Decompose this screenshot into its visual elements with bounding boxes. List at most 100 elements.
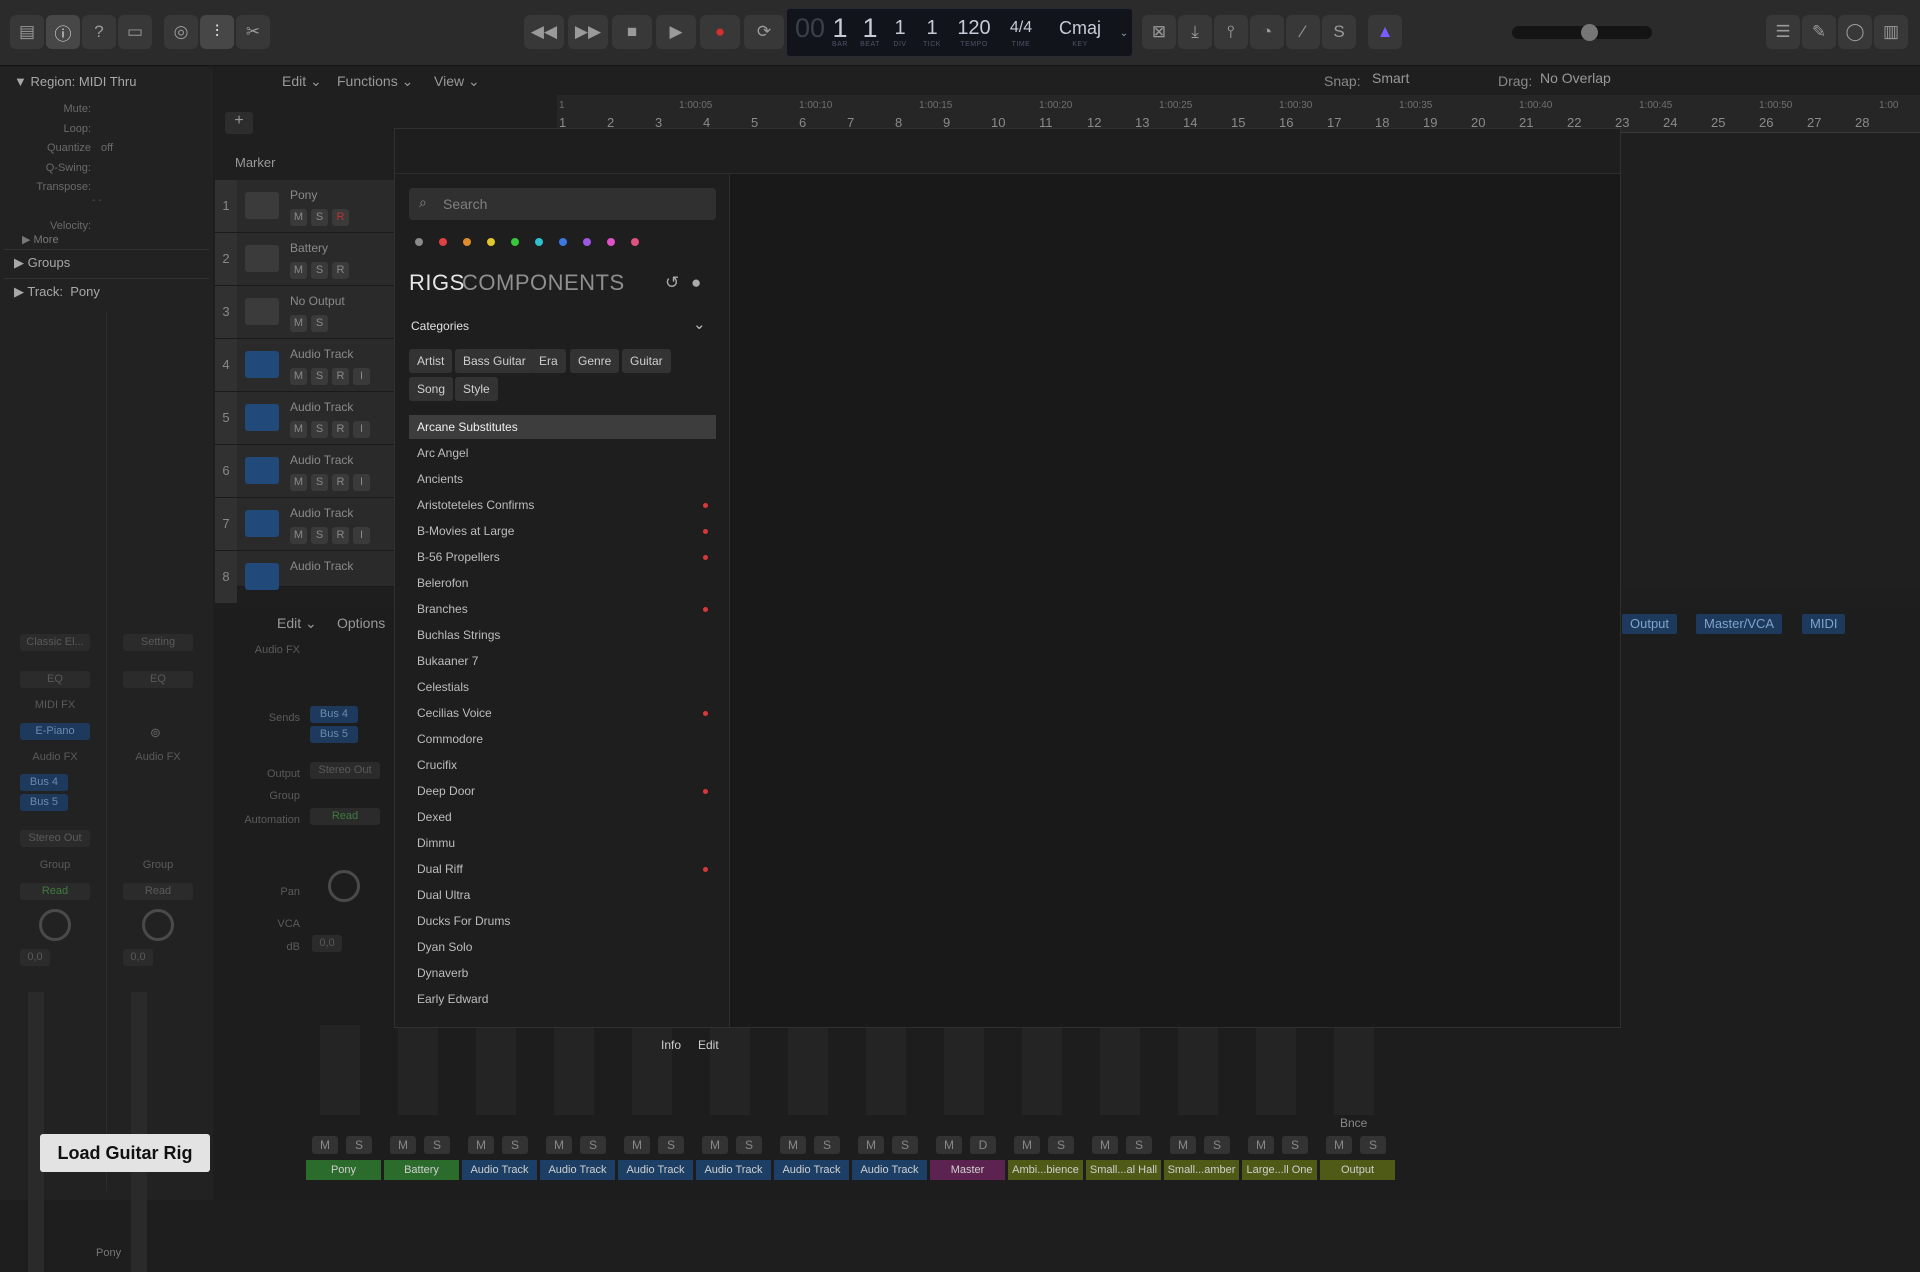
add-track-icon[interactable]: + — [225, 112, 253, 134]
mute-button[interactable]: M — [290, 421, 307, 438]
category-chip[interactable]: Artist — [409, 349, 453, 373]
category-chip[interactable]: Guitar — [622, 349, 671, 373]
track-header[interactable]: 7 Audio Track M S R I — [215, 498, 395, 551]
instrument-slot[interactable]: E-Piano — [20, 723, 90, 740]
volume-readout[interactable]: 0,0 — [123, 949, 153, 966]
track-name[interactable]: Battery — [290, 241, 328, 255]
inspector-icon[interactable]: ⓘ — [46, 15, 80, 49]
volume-readout[interactable]: 0,0 — [20, 949, 50, 966]
channel-name[interactable]: Battery — [384, 1160, 459, 1180]
stop-icon[interactable]: ■ — [612, 15, 652, 49]
record-enable-button[interactable]: R — [332, 368, 349, 385]
solo-button[interactable]: S — [1282, 1136, 1308, 1154]
solo-button[interactable]: S — [311, 262, 328, 279]
rig-list-item[interactable]: Deep Door — [409, 779, 716, 803]
rig-list-item[interactable]: Dexed — [409, 805, 716, 829]
track-section[interactable]: ▶ Track: Pony — [4, 278, 209, 304]
smart-controls-icon[interactable]: ◎ — [164, 15, 198, 49]
rig-list-item[interactable]: Ancients — [409, 467, 716, 491]
track-name[interactable]: Audio Track — [290, 506, 353, 520]
color-filter-dot[interactable] — [535, 238, 543, 246]
track-header[interactable]: 5 Audio Track M S R I — [215, 392, 395, 445]
solo-button[interactable]: S — [311, 209, 328, 226]
bounce-label[interactable]: Bnce — [1340, 1116, 1367, 1130]
param-value[interactable]: off — [101, 142, 113, 154]
mixer-edit-menu[interactable]: Edit ⌄ — [277, 615, 317, 632]
replace-icon[interactable]: ⊠ — [1142, 15, 1176, 49]
track-header[interactable]: 1 Pony M S R — [215, 180, 395, 233]
record-enable-button[interactable]: R — [332, 474, 349, 491]
solo-button[interactable]: S — [1360, 1136, 1386, 1154]
region-header[interactable]: ▼ Region: MIDI Thru — [14, 74, 136, 89]
output-slot[interactable]: Stereo Out — [20, 830, 90, 847]
tab-rigs[interactable]: RIGS — [409, 270, 465, 296]
mute-button[interactable]: M — [1248, 1136, 1274, 1154]
categories-label[interactable]: Categories — [411, 319, 469, 333]
group-slot[interactable]: Group — [20, 857, 90, 874]
channel-name[interactable]: Pony — [306, 1160, 381, 1180]
channel-name[interactable]: Output — [1320, 1160, 1395, 1180]
mixer-options-menu[interactable]: Options — [337, 615, 385, 631]
pan-knob[interactable] — [328, 870, 360, 902]
mixer-view-output[interactable]: Output — [1622, 614, 1678, 634]
color-filter-dot[interactable] — [463, 238, 471, 246]
toolbar-icon[interactable]: ▭ — [118, 15, 152, 49]
solo-button[interactable]: S — [892, 1136, 918, 1154]
audio-fx-slot[interactable]: Audio FX — [20, 749, 90, 766]
mixer-view-master-vca[interactable]: Master/VCA — [1696, 614, 1783, 634]
rig-list-item[interactable]: Celestials — [409, 675, 716, 699]
lcd-display[interactable]: 00 1 BAR 1 BEAT 1 DIV 1 TICK 120 TEMPO 4/4 TIM… — [786, 8, 1133, 57]
track-header[interactable]: 6 Audio Track M S R I — [215, 445, 395, 498]
rig-list-item[interactable]: Arcane Substitutes — [409, 415, 716, 439]
lcd-key[interactable]: Cmaj KEY — [1045, 9, 1115, 58]
solo-icon[interactable]: S — [1322, 15, 1356, 49]
mute-button[interactable]: M — [936, 1136, 962, 1154]
solo-button[interactable]: S — [736, 1136, 762, 1154]
input-monitor-button[interactable]: I — [353, 368, 370, 385]
rig-list-item[interactable]: Dynaverb — [409, 961, 716, 985]
rig-list-item[interactable]: Arc Angel — [409, 441, 716, 465]
channel-fader[interactable] — [944, 1025, 984, 1115]
solo-button[interactable]: S — [502, 1136, 528, 1154]
color-filter-dot[interactable] — [415, 238, 423, 246]
record-enable-button[interactable]: R — [332, 527, 349, 544]
midi-fx-slot[interactable]: MIDI FX — [20, 697, 90, 714]
rig-list-item[interactable]: Branches — [409, 597, 716, 621]
record-enable-button[interactable]: R — [332, 209, 349, 226]
category-chip[interactable]: Bass Guitar — [455, 349, 534, 373]
channel-fader[interactable] — [866, 1025, 906, 1115]
track-name[interactable]: Pony — [290, 188, 317, 202]
functions-menu[interactable]: Functions ⌄ — [337, 73, 413, 90]
volume-fader[interactable] — [131, 992, 147, 1272]
category-chip[interactable]: Genre — [570, 349, 620, 373]
solo-button[interactable]: S — [580, 1136, 606, 1154]
cycle-icon[interactable]: ⟳ — [744, 15, 784, 49]
send-bus-5[interactable]: Bus 5 — [310, 726, 358, 743]
browser-icon[interactable]: ▥ — [1874, 15, 1908, 49]
pan-knob[interactable] — [142, 909, 174, 941]
record-enable-button[interactable]: R — [332, 262, 349, 279]
eq-button[interactable]: EQ — [123, 671, 193, 688]
channel-name[interactable]: Audio Track — [540, 1160, 615, 1180]
mute-button[interactable]: M — [546, 1136, 572, 1154]
mute-button[interactable]: M — [1014, 1136, 1040, 1154]
volume-knob[interactable] — [1581, 24, 1598, 41]
list-editors-icon[interactable]: ☰ — [1766, 15, 1800, 49]
channel-fader[interactable] — [320, 1025, 360, 1115]
rig-list-item[interactable]: Commodore — [409, 727, 716, 751]
lcd-time-signature[interactable]: 4/4 TIME — [999, 9, 1043, 58]
setting-button[interactable]: Classic El... — [20, 634, 90, 651]
chevron-down-icon[interactable]: ⌄ — [1117, 9, 1131, 58]
category-chip[interactable]: Era — [531, 349, 566, 373]
edit-button[interactable]: Edit — [698, 1038, 719, 1052]
dim-button[interactable]: D — [970, 1136, 996, 1154]
play-icon[interactable]: ▶ — [656, 15, 696, 49]
channel-fader[interactable] — [554, 1025, 594, 1115]
audio-fx-slot[interactable]: Audio FX — [123, 749, 193, 766]
user-icon[interactable]: ● — [691, 273, 701, 293]
channel-name[interactable]: Ambi...bience — [1008, 1160, 1083, 1180]
channel-name[interactable]: Master — [930, 1160, 1005, 1180]
mute-button[interactable]: M — [290, 474, 307, 491]
metronome-icon[interactable]: ⁄ — [1286, 15, 1320, 49]
rig-list-item[interactable]: B-Movies at Large — [409, 519, 716, 543]
